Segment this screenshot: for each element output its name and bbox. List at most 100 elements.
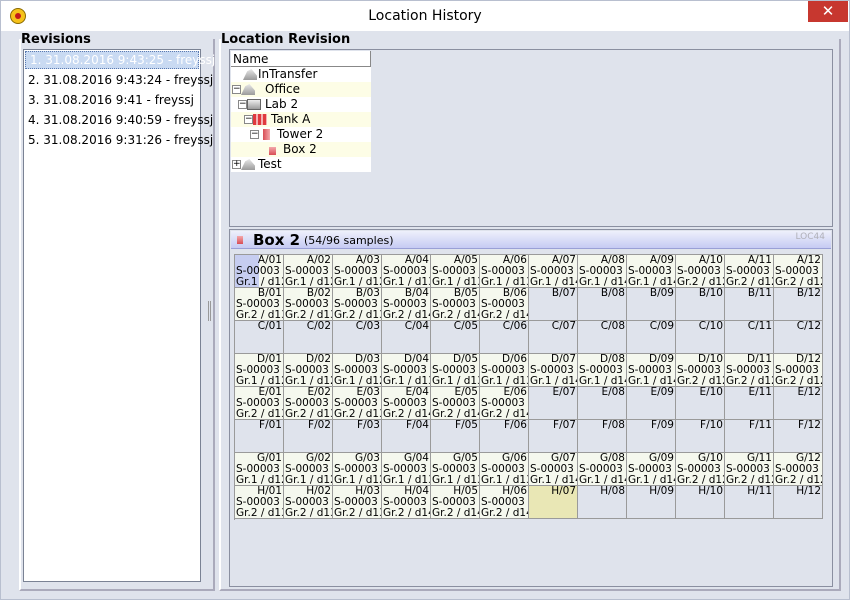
box-cell[interactable]: C/11: [725, 321, 774, 354]
box-cell[interactable]: B/09: [627, 288, 676, 321]
box-cell[interactable]: F/10: [676, 420, 725, 453]
box-cell[interactable]: G/03 S-00003 Gr.1 / d12: [333, 453, 382, 486]
tree-node[interactable]: + Test: [231, 157, 371, 172]
box-cell[interactable]: B/05 S-00003 Gr.2 / d14: [431, 288, 480, 321]
box-cell[interactable]: A/11 S-00003 Gr.2 / d12: [725, 255, 774, 288]
box-cell[interactable]: C/02: [284, 321, 333, 354]
close-button[interactable]: ✕: [808, 1, 848, 22]
box-cell[interactable]: D/03 S-00003 Gr.1 / d12: [333, 354, 382, 387]
box-cell[interactable]: E/07: [529, 387, 578, 420]
box-cell[interactable]: D/12 S-00003 Gr.2 / d12: [774, 354, 823, 387]
box-cell[interactable]: B/03 S-00003 Gr.2 / d13: [333, 288, 382, 321]
box-cell[interactable]: C/01: [235, 321, 284, 354]
box-cell[interactable]: H/01 S-00003 Gr.2 / d13: [235, 486, 284, 519]
box-cell[interactable]: A/03 S-00003 Gr.1 / d12: [333, 255, 382, 288]
tree-node[interactable]: InTransfer: [231, 67, 371, 82]
collapse-icon[interactable]: −: [250, 130, 259, 139]
expand-icon[interactable]: +: [232, 160, 241, 169]
box-cell[interactable]: H/05 S-00003 Gr.2 / d14: [431, 486, 480, 519]
box-cell[interactable]: A/05 S-00003 Gr.1 / d13: [431, 255, 480, 288]
tree-node[interactable]: − Office: [231, 82, 371, 97]
box-cell[interactable]: H/09: [627, 486, 676, 519]
box-cell[interactable]: C/09: [627, 321, 676, 354]
box-cell[interactable]: B/02 S-00003 Gr.2 / d13: [284, 288, 333, 321]
revision-item[interactable]: 4. 31.08.2016 9:40:59 - freyssj: [24, 110, 213, 130]
revision-item[interactable]: 1. 31.08.2016 9:43:25 - freyssj: [25, 51, 215, 69]
box-cell[interactable]: F/04: [382, 420, 431, 453]
box-cell[interactable]: D/11 S-00003 Gr.2 / d12: [725, 354, 774, 387]
box-cell[interactable]: G/08 S-00003 Gr.1 / d14: [578, 453, 627, 486]
box-cell[interactable]: A/08 S-00003 Gr.1 / d14: [578, 255, 627, 288]
box-cell[interactable]: H/08: [578, 486, 627, 519]
box-cell[interactable]: A/10 S-00003 Gr.2 / d12: [676, 255, 725, 288]
box-cell[interactable]: H/03 S-00003 Gr.2 / d13: [333, 486, 382, 519]
box-cell[interactable]: F/12: [774, 420, 823, 453]
box-cell[interactable]: E/06 S-00003 Gr.2 / d14: [480, 387, 529, 420]
box-cell[interactable]: G/07 S-00003 Gr.1 / d14: [529, 453, 578, 486]
box-cell[interactable]: G/10 S-00003 Gr.2 / d12: [676, 453, 725, 486]
box-cell[interactable]: B/12: [774, 288, 823, 321]
box-cell[interactable]: F/06: [480, 420, 529, 453]
box-cell[interactable]: F/08: [578, 420, 627, 453]
box-cell[interactable]: G/05 S-00003 Gr.1 / d13: [431, 453, 480, 486]
box-cell[interactable]: D/10 S-00003 Gr.2 / d12: [676, 354, 725, 387]
splitter-handle[interactable]: [208, 301, 211, 321]
box-cell[interactable]: F/07: [529, 420, 578, 453]
box-cell[interactable]: F/03: [333, 420, 382, 453]
revision-item[interactable]: 2. 31.08.2016 9:43:24 - freyssj: [24, 70, 213, 90]
tree-column-header[interactable]: Name: [231, 51, 371, 67]
collapse-icon[interactable]: −: [238, 100, 247, 109]
box-cell[interactable]: H/12: [774, 486, 823, 519]
box-cell[interactable]: H/04 S-00003 Gr.2 / d14: [382, 486, 431, 519]
box-cell[interactable]: C/10: [676, 321, 725, 354]
box-cell[interactable]: D/08 S-00003 Gr.1 / d14: [578, 354, 627, 387]
box-cell[interactable]: E/09: [627, 387, 676, 420]
box-cell[interactable]: F/01: [235, 420, 284, 453]
box-cell[interactable]: D/05 S-00003 Gr.1 / d13: [431, 354, 480, 387]
box-cell[interactable]: C/03: [333, 321, 382, 354]
box-cell[interactable]: B/04 S-00003 Gr.2 / d14: [382, 288, 431, 321]
box-cell[interactable]: D/04 S-00003 Gr.1 / d13: [382, 354, 431, 387]
box-cell[interactable]: B/01 S-00003 Gr.2 / d13: [235, 288, 284, 321]
box-cell[interactable]: G/06 S-00003 Gr.1 / d13: [480, 453, 529, 486]
box-cell[interactable]: A/01 S-00003 Gr.1 / d12: [235, 255, 284, 288]
box-cell[interactable]: C/07: [529, 321, 578, 354]
collapse-icon[interactable]: −: [244, 115, 253, 124]
box-cell[interactable]: E/12: [774, 387, 823, 420]
box-cell[interactable]: B/06 S-00003 Gr.2 / d14: [480, 288, 529, 321]
box-cell[interactable]: C/04: [382, 321, 431, 354]
tree-node[interactable]: Box 2: [231, 142, 371, 157]
collapse-icon[interactable]: −: [232, 85, 241, 94]
box-cell[interactable]: G/09 S-00003 Gr.1 / d14: [627, 453, 676, 486]
box-cell[interactable]: A/02 S-00003 Gr.1 / d12: [284, 255, 333, 288]
box-cell[interactable]: E/04 S-00003 Gr.2 / d14: [382, 387, 431, 420]
box-cell[interactable]: G/04 S-00003 Gr.1 / d13: [382, 453, 431, 486]
box-cell[interactable]: B/11: [725, 288, 774, 321]
box-cell[interactable]: G/02 S-00003 Gr.1 / d12: [284, 453, 333, 486]
box-cell[interactable]: C/12: [774, 321, 823, 354]
box-cell[interactable]: H/11: [725, 486, 774, 519]
box-cell[interactable]: E/02 S-00003 Gr.2 / d13: [284, 387, 333, 420]
revision-item[interactable]: 3. 31.08.2016 9:41 - freyssj: [24, 90, 200, 110]
box-cell[interactable]: A/07 S-00003 Gr.1 / d14: [529, 255, 578, 288]
revisions-list[interactable]: 1. 31.08.2016 9:43:25 - freyssj 2. 31.08.…: [23, 49, 215, 582]
box-cell[interactable]: H/06 S-00003 Gr.2 / d14: [480, 486, 529, 519]
box-cell[interactable]: H/07: [529, 486, 578, 519]
revision-item[interactable]: 5. 31.08.2016 9:31:26 - freyssj: [24, 130, 213, 150]
box-cell[interactable]: E/10: [676, 387, 725, 420]
box-cell[interactable]: B/07: [529, 288, 578, 321]
box-cell[interactable]: D/02 S-00003 Gr.1 / d12: [284, 354, 333, 387]
box-cell[interactable]: F/11: [725, 420, 774, 453]
box-cell[interactable]: B/10: [676, 288, 725, 321]
box-cell[interactable]: D/07 S-00003 Gr.1 / d14: [529, 354, 578, 387]
box-cell[interactable]: G/12 S-00003 Gr.2 / d12: [774, 453, 823, 486]
box-cell[interactable]: G/01 S-00003 Gr.1 / d12: [235, 453, 284, 486]
tree-node[interactable]: − Lab 2: [231, 97, 371, 112]
box-cell[interactable]: D/09 S-00003 Gr.1 / d14: [627, 354, 676, 387]
box-cell[interactable]: A/06 S-00003 Gr.1 / d13: [480, 255, 529, 288]
box-cell[interactable]: C/05: [431, 321, 480, 354]
box-cell[interactable]: C/08: [578, 321, 627, 354]
box-cell[interactable]: E/11: [725, 387, 774, 420]
box-cell[interactable]: A/04 S-00003 Gr.1 / d13: [382, 255, 431, 288]
box-cell[interactable]: E/08: [578, 387, 627, 420]
